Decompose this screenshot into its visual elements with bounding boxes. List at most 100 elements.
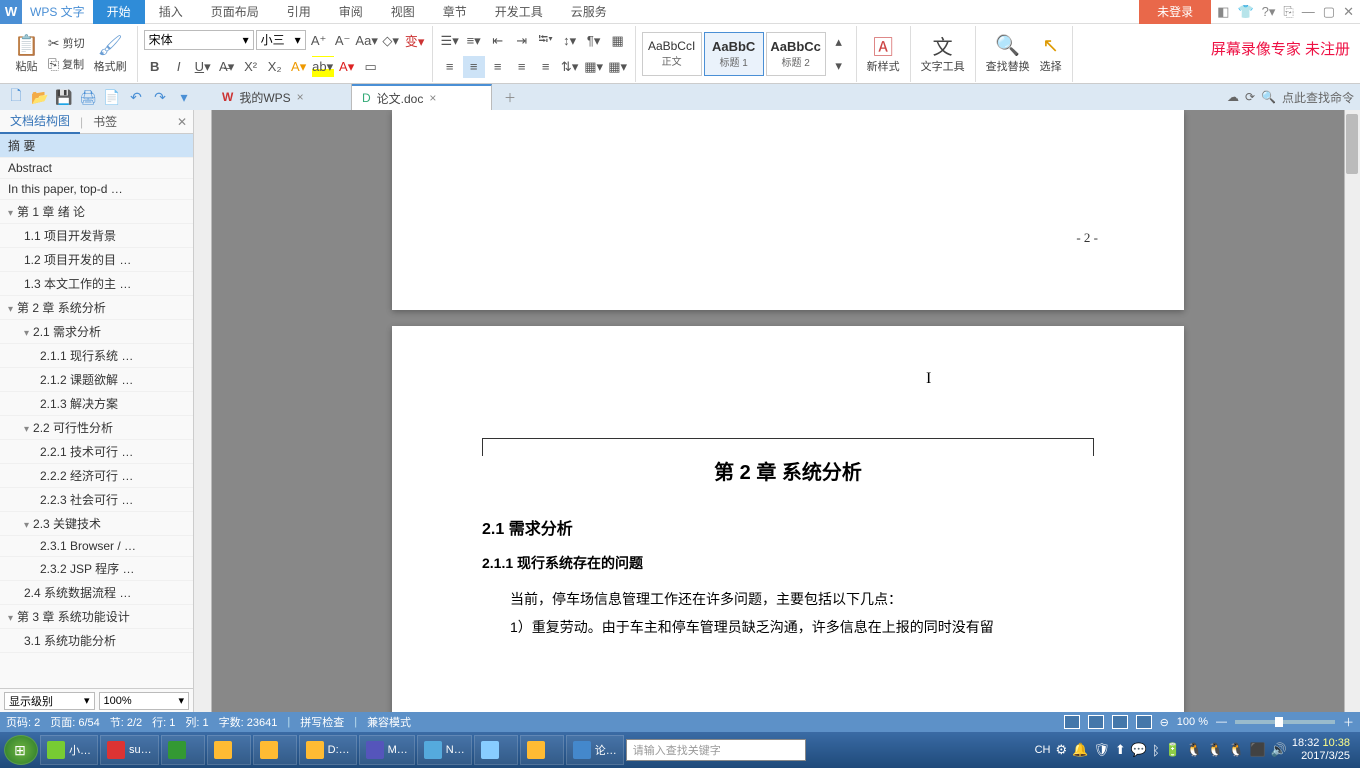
qat-menu-icon[interactable]: ▾ <box>174 87 194 107</box>
status-spellcheck[interactable]: 拼写检查 <box>300 714 344 730</box>
add-tab-button[interactable]: ＋ <box>496 89 524 106</box>
subscript-button[interactable]: X₂ <box>264 56 286 78</box>
taskbar-search-input[interactable]: 请输入查找关键字 <box>626 739 806 761</box>
outline-item[interactable]: 2.2.3 社会可行 … <box>0 488 193 512</box>
align-left-button[interactable]: ≡ <box>439 56 461 78</box>
outline-level-select[interactable]: 显示级别▾ <box>4 692 95 710</box>
taskbar-item[interactable]: su… <box>100 735 159 765</box>
copy-button[interactable]: ⎘复制 <box>45 55 88 74</box>
outline-item[interactable]: 2.1.1 现行系统 … <box>0 344 193 368</box>
tray-bluetooth-icon[interactable]: ᛒ <box>1152 743 1160 758</box>
align-center-button[interactable]: ≡ <box>463 56 485 78</box>
cut-button[interactable]: ✂剪切 <box>45 34 88 53</box>
cloud-icon[interactable]: ☁ <box>1227 90 1239 104</box>
outline-item[interactable]: 2.4 系统数据流程 … <box>0 581 193 605</box>
style-box-1[interactable]: AaBbC标题 1 <box>704 32 764 76</box>
close-tab-icon[interactable]: × <box>297 90 304 104</box>
new-style-button[interactable]: 🄰新样式 <box>863 32 904 76</box>
zoom-slider[interactable] <box>1235 720 1335 724</box>
doc-tab-1[interactable]: D论文.doc× <box>352 84 492 110</box>
inc-indent-button[interactable]: ⇥ <box>511 30 533 52</box>
superscript-button[interactable]: X² <box>240 56 262 78</box>
outline-tab[interactable]: 文档结构图 <box>0 110 80 134</box>
print-icon[interactable]: 📄 <box>102 87 122 107</box>
align-right-button[interactable]: ≡ <box>487 56 509 78</box>
outline-item[interactable]: ▾第 3 章 系统功能设计 <box>0 605 193 629</box>
login-button[interactable]: 未登录 <box>1139 0 1211 24</box>
show-marks-button[interactable]: ¶▾ <box>583 30 605 52</box>
bold-button[interactable]: B <box>144 56 166 78</box>
font-color-button[interactable]: A▾ <box>336 56 358 78</box>
menu-tab-8[interactable]: 云服务 <box>557 0 621 24</box>
outline-item[interactable]: Abstract <box>0 158 193 179</box>
outline-item[interactable]: 2.3.2 JSP 程序 … <box>0 557 193 581</box>
menu-tab-0[interactable]: 开始 <box>93 0 145 24</box>
taskbar-item[interactable] <box>207 735 251 765</box>
border-button[interactable]: ▦ <box>607 30 629 52</box>
distribute-button[interactable]: ≡ <box>535 56 557 78</box>
taskbar-clock[interactable]: 18:32 10:38 2017/3/25 <box>1292 737 1356 763</box>
tray-shield-icon[interactable]: 🛡 <box>1093 742 1110 758</box>
outline-item[interactable]: ▾第 1 章 绪 论 <box>0 200 193 224</box>
tray-qq-icon[interactable]: 🐧 <box>1186 742 1202 758</box>
clear-format-button[interactable]: ◇▾ <box>380 30 402 52</box>
style-up-icon[interactable]: ▴ <box>828 31 850 53</box>
outline-item[interactable]: ▾2.2 可行性分析 <box>0 416 193 440</box>
search-command-link[interactable]: 点此查找命令 <box>1282 89 1354 106</box>
tray-icon[interactable]: ⬆ <box>1115 742 1126 758</box>
tray-volume-icon[interactable]: 🔊 <box>1271 742 1287 758</box>
sort-button[interactable]: ↕▾ <box>559 30 581 52</box>
zoom-plus-icon[interactable]: ＋ <box>1343 714 1354 730</box>
shrink-font-button[interactable]: A⁻ <box>332 30 354 52</box>
menu-tab-7[interactable]: 开发工具 <box>481 0 557 24</box>
tray-icon[interactable]: 🔋 <box>1165 742 1181 758</box>
doc-tab-0[interactable]: W我的WPS× <box>212 84 352 110</box>
outline-item[interactable]: 1.3 本文工作的主 … <box>0 272 193 296</box>
highlight-button[interactable]: ab▾ <box>312 56 334 78</box>
taskbar-item[interactable]: N… <box>417 735 472 765</box>
scrollbar-vertical[interactable] <box>1344 110 1360 712</box>
taskbar-item[interactable] <box>161 735 205 765</box>
minimize-icon[interactable]: — <box>1302 4 1315 19</box>
view-web-icon[interactable] <box>1112 715 1128 729</box>
export-icon[interactable]: ⎘ <box>1283 4 1293 20</box>
start-button[interactable]: ⊞ <box>4 735 38 765</box>
outline-item[interactable]: 2.3.1 Browser / … <box>0 536 193 557</box>
find-replace-button[interactable]: 🔍查找替换 <box>982 32 1034 76</box>
ime-label[interactable]: CH <box>1035 744 1051 756</box>
tray-qq-icon[interactable]: 🐧 <box>1207 742 1223 758</box>
taskbar-item[interactable]: M… <box>359 735 415 765</box>
print-preview-icon[interactable]: 🖨 <box>78 87 98 107</box>
tray-icon[interactable]: ⬛ <box>1250 742 1266 758</box>
outline-item[interactable]: 摘 要 <box>0 134 193 158</box>
line-spacing-button[interactable]: ⇅▾ <box>559 56 581 78</box>
outline-item[interactable]: 2.2.2 经济可行 … <box>0 464 193 488</box>
borders-button[interactable]: ▦▾ <box>607 56 629 78</box>
redo-icon[interactable]: ↷ <box>150 87 170 107</box>
format-painter-button[interactable]: 🖌 格式刷 <box>90 32 131 76</box>
outline-item[interactable]: 1.1 项目开发背景 <box>0 224 193 248</box>
taskbar-item[interactable]: 小… <box>40 735 98 765</box>
text-tools-button[interactable]: 文文字工具 <box>917 32 969 76</box>
font-size-select[interactable]: 小三▾ <box>256 30 306 50</box>
view-read-icon[interactable] <box>1088 715 1104 729</box>
taskbar-item[interactable]: D:… <box>299 735 357 765</box>
search-command-icon[interactable]: 🔍 <box>1261 90 1276 104</box>
open-doc-icon[interactable]: 📂 <box>30 87 50 107</box>
shirt-icon[interactable]: 👕 <box>1237 4 1253 20</box>
dec-indent-button[interactable]: ⇤ <box>487 30 509 52</box>
menu-tab-2[interactable]: 页面布局 <box>197 0 273 24</box>
tray-icon[interactable]: 💬 <box>1131 742 1147 758</box>
outline-item[interactable]: 1.2 项目开发的目 … <box>0 248 193 272</box>
outline-item[interactable]: 2.2.1 技术可行 … <box>0 440 193 464</box>
maximize-icon[interactable]: ▢ <box>1323 4 1335 20</box>
new-doc-icon[interactable]: 🗋 <box>6 87 26 107</box>
justify-button[interactable]: ≡ <box>511 56 533 78</box>
phonetic-button[interactable]: 变▾ <box>404 30 426 52</box>
outline-item[interactable]: ▾2.1 需求分析 <box>0 320 193 344</box>
taskbar-item[interactable] <box>253 735 297 765</box>
help-icon[interactable]: ?▾ <box>1262 4 1276 20</box>
zoom-minus-icon[interactable]: — <box>1216 716 1227 728</box>
outline-item[interactable]: 2.1.2 课题欲解 … <box>0 368 193 392</box>
underline-button[interactable]: U▾ <box>192 56 214 78</box>
